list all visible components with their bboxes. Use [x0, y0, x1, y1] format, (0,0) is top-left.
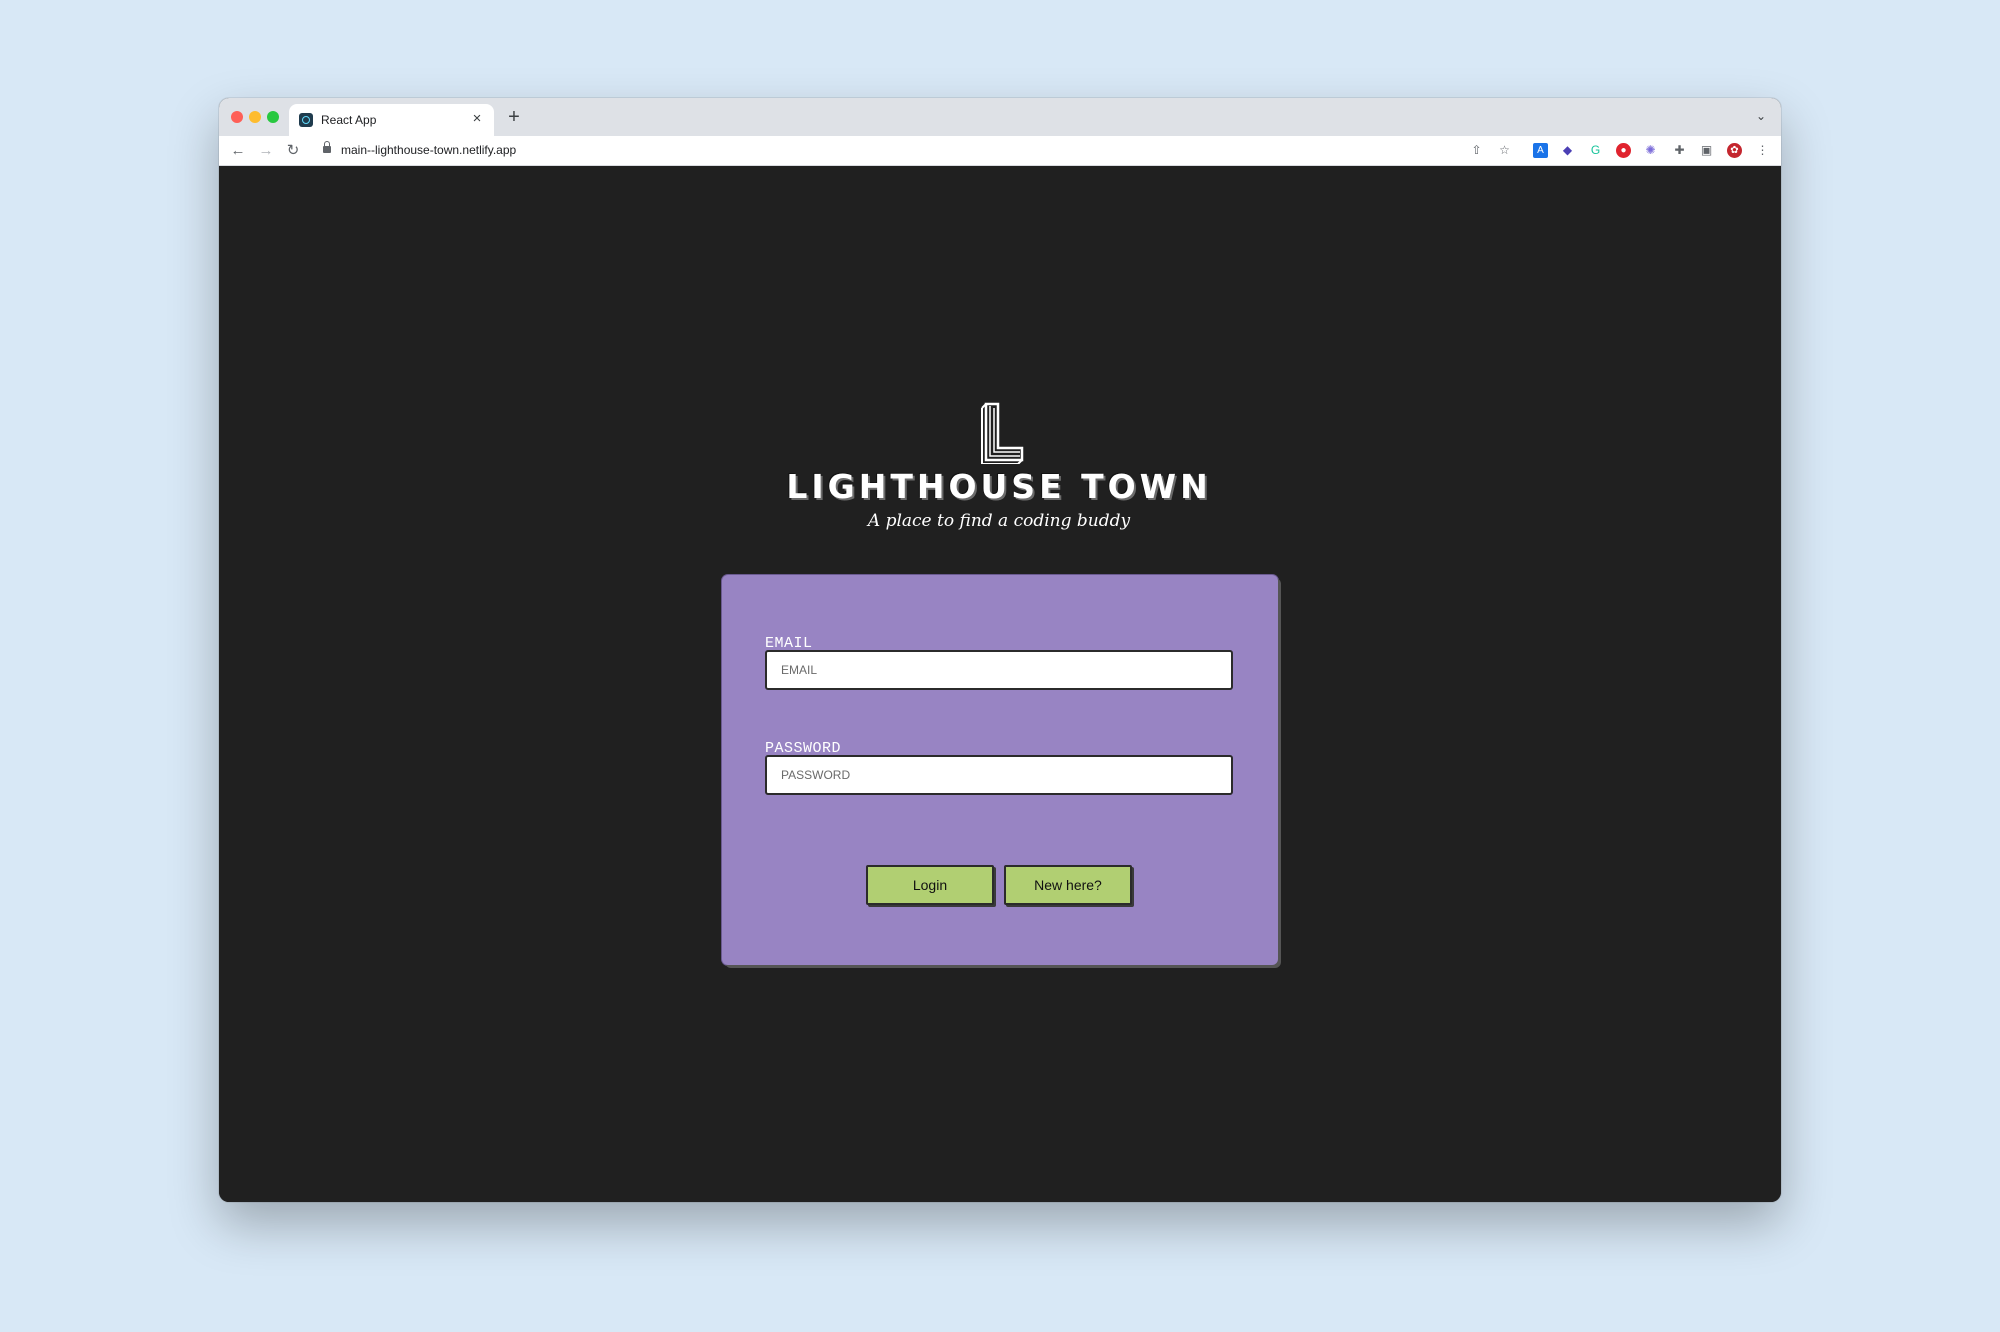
browser-window: React App × + ⌄ ← → ↻ main--lighthouse-t… — [219, 98, 1781, 1202]
stacked-extension-icon[interactable]: ◆ — [1560, 143, 1575, 158]
login-button[interactable]: Login — [866, 865, 994, 905]
lighthouse-l-logo-icon — [981, 402, 1024, 464]
browser-toolbar: ← → ↻ main--lighthouse-town.netlify.app … — [219, 136, 1781, 166]
tab-title: React App — [321, 113, 377, 127]
login-card: EMAIL PASSWORD Login New here? — [722, 575, 1278, 965]
side-panel-icon[interactable]: ▣ — [1699, 143, 1714, 158]
page-content: LIGHTHOUSE TOWN A place to find a coding… — [219, 166, 1781, 1202]
forward-arrow-icon[interactable]: → — [255, 140, 277, 162]
reload-icon[interactable]: ↻ — [282, 140, 304, 162]
close-window-button[interactable] — [231, 111, 243, 123]
tab-search-chevron-icon[interactable]: ⌄ — [1753, 108, 1769, 124]
site-tagline: A place to find a coding buddy — [867, 511, 1131, 531]
back-arrow-icon[interactable]: ← — [227, 140, 249, 162]
profile-extension-icon[interactable]: ✿ — [1727, 143, 1742, 158]
react-devtools-extension-icon[interactable]: ✺ — [1643, 143, 1658, 158]
maximize-window-button[interactable] — [267, 111, 279, 123]
address-bar[interactable]: main--lighthouse-town.netlify.app — [309, 139, 1639, 163]
puzzle-extensions-icon[interactable]: ✚ — [1672, 143, 1687, 158]
translate-extension-icon[interactable]: A — [1533, 143, 1548, 158]
tab-strip: React App × + ⌄ — [219, 98, 1781, 136]
url-text[interactable]: main--lighthouse-town.netlify.app — [341, 143, 516, 157]
new-tab-button[interactable]: + — [504, 107, 524, 127]
react-favicon-icon — [299, 113, 313, 127]
menu-kebab-icon[interactable]: ⋮ — [1755, 143, 1770, 158]
tab-close-icon[interactable]: × — [468, 110, 486, 128]
bookmark-star-icon[interactable]: ☆ — [1497, 143, 1512, 158]
share-icon[interactable]: ⇧ — [1469, 143, 1484, 158]
site-title: LIGHTHOUSE TOWN — [786, 467, 1212, 506]
tab-react-app[interactable]: React App × — [289, 104, 494, 136]
minimize-window-button[interactable] — [249, 111, 261, 123]
lock-icon[interactable] — [323, 141, 331, 153]
stop-extension-icon[interactable]: ● — [1616, 143, 1631, 158]
password-field[interactable] — [765, 755, 1233, 795]
new-here-button[interactable]: New here? — [1004, 865, 1132, 905]
email-field[interactable] — [765, 650, 1233, 690]
grammarly-extension-icon[interactable]: G — [1588, 143, 1603, 158]
